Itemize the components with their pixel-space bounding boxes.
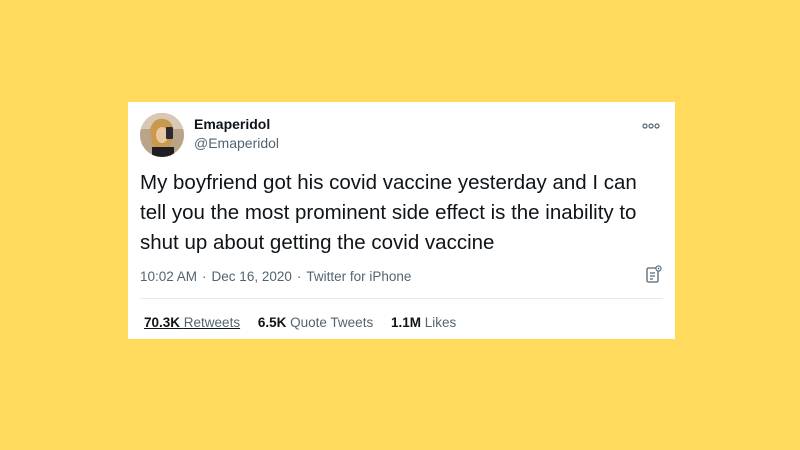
more-options-icon[interactable] [641,118,661,129]
likes-stat[interactable]: 1.1M Likes [391,314,456,331]
tweet-text: My boyfriend got his covid vaccine yeste… [140,171,637,254]
tweet-date[interactable]: Dec 16, 2020 [212,269,292,284]
divider [140,298,663,299]
tweet-meta: 10:02 AM · Dec 16, 2020 · Twitter for iPhone [140,268,411,285]
avatar[interactable] [140,113,184,157]
retweets-stat[interactable]: 70.3K Retweets [144,314,240,331]
author-name[interactable]: Emaperidol [194,116,270,133]
page-background: Emaperidol @Emaperidol My boyfriend got … [0,0,800,450]
quote-tweets-label: Quote Tweets [290,315,374,330]
quote-tweets-count: 6.5K [257,315,287,330]
retweets-label: Retweets [183,315,241,330]
retweets-count: 70.3K [144,315,181,330]
meta-separator: · [202,269,207,284]
likes-label: Likes [424,315,457,330]
analytics-icon[interactable] [646,265,662,283]
author-handle[interactable]: @Emaperidol [194,135,279,152]
quote-tweets-stat[interactable]: 6.5K Quote Tweets [258,314,373,331]
likes-count: 1.1M [390,315,421,330]
tweet-card: Emaperidol @Emaperidol My boyfriend got … [128,102,675,339]
tweet-time[interactable]: 10:02 AM [140,269,197,284]
meta-separator: · [296,269,302,284]
tweet-stats: 70.3K Retweets 6.5K Quote Tweets 1.1M Li… [144,314,470,331]
tweet-source[interactable]: Twitter for iPhone [306,269,411,284]
